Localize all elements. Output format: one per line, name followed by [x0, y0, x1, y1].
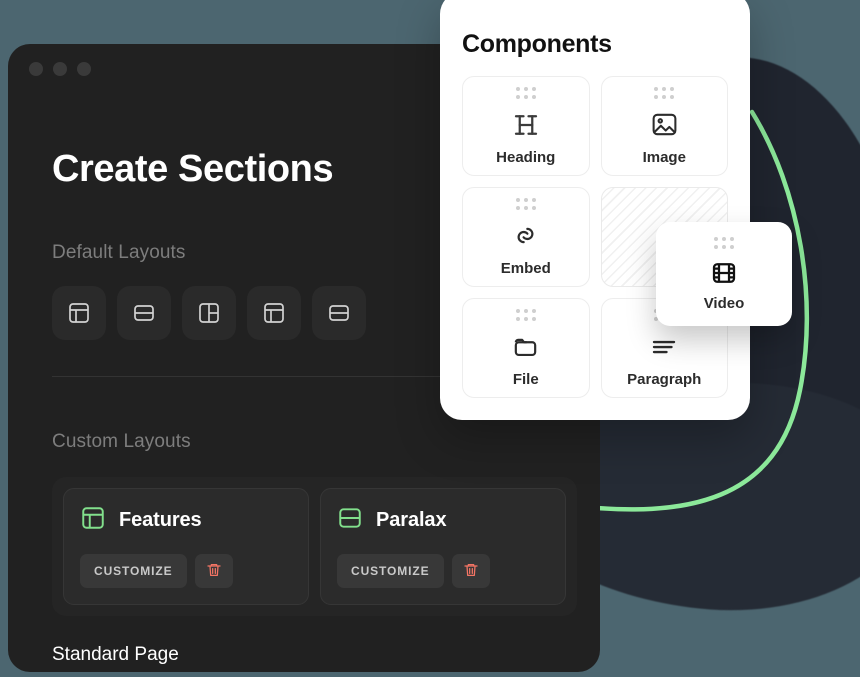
custom-layout-actions: CUSTOMIZE: [80, 554, 292, 588]
component-label: Heading: [496, 149, 555, 166]
components-panel: Components Heading: [440, 0, 750, 420]
custom-layout-name: Features: [119, 509, 202, 532]
component-label: File: [513, 371, 539, 388]
drag-dots-handle[interactable]: [516, 87, 536, 99]
drag-dots-handle[interactable]: [516, 198, 536, 210]
paragraph-icon: [649, 330, 679, 364]
standard-page-label: Standard Page: [52, 644, 556, 666]
custom-layout-card-features[interactable]: Features CUSTOMIZE: [63, 488, 309, 605]
image-icon: [650, 108, 679, 142]
drag-dots-handle[interactable]: [516, 309, 536, 321]
minimize-dot[interactable]: [53, 62, 67, 76]
custom-layout-card-header: Features: [80, 505, 292, 536]
drag-dots-handle[interactable]: [714, 237, 734, 249]
custom-layout-card-paralax[interactable]: Paralax CUSTOMIZE: [320, 488, 566, 605]
component-label: Video: [704, 295, 745, 312]
component-card-heading[interactable]: Heading: [462, 76, 590, 176]
delete-layout-button[interactable]: [195, 554, 233, 588]
default-layout-tile-4[interactable]: [247, 286, 301, 340]
components-panel-title: Components: [462, 30, 728, 59]
layout-panel-top-icon: [262, 301, 286, 325]
video-film-icon: [709, 256, 739, 290]
component-label: Embed: [501, 260, 551, 277]
custom-layouts-panel: Features CUSTOMIZE: [52, 477, 577, 616]
component-label: Image: [643, 149, 686, 166]
maximize-dot[interactable]: [77, 62, 91, 76]
layout-columns-split-icon: [197, 301, 221, 325]
close-dot[interactable]: [29, 62, 43, 76]
customize-button[interactable]: CUSTOMIZE: [337, 554, 444, 588]
trash-icon: [463, 562, 479, 581]
trash-icon: [206, 562, 222, 581]
layout-rows-icon: [132, 301, 156, 325]
custom-layout-actions: CUSTOMIZE: [337, 554, 549, 588]
custom-layout-name: Paralax: [376, 509, 446, 532]
component-label: Paragraph: [627, 371, 701, 388]
component-card-image[interactable]: Image: [601, 76, 729, 176]
custom-layouts-label: Custom Layouts: [52, 431, 556, 453]
layout-panel-top-icon: [67, 301, 91, 325]
custom-layout-card-header: Paralax: [337, 505, 549, 536]
link-icon: [511, 219, 540, 253]
delete-layout-button[interactable]: [452, 554, 490, 588]
heading-icon: [511, 108, 541, 142]
layout-rows-icon: [327, 301, 351, 325]
default-layout-tile-5[interactable]: [312, 286, 366, 340]
component-card-file[interactable]: File: [462, 298, 590, 398]
layout-panel-top-icon: [80, 505, 106, 536]
component-card-embed[interactable]: Embed: [462, 187, 590, 287]
folder-icon: [511, 330, 540, 364]
layout-rows-icon: [337, 505, 363, 536]
default-layout-tile-3[interactable]: [182, 286, 236, 340]
default-layout-tile-1[interactable]: [52, 286, 106, 340]
dragged-component-card-video[interactable]: Video: [656, 222, 792, 326]
customize-button[interactable]: CUSTOMIZE: [80, 554, 187, 588]
default-layout-tile-2[interactable]: [117, 286, 171, 340]
drag-dots-handle[interactable]: [654, 87, 674, 99]
